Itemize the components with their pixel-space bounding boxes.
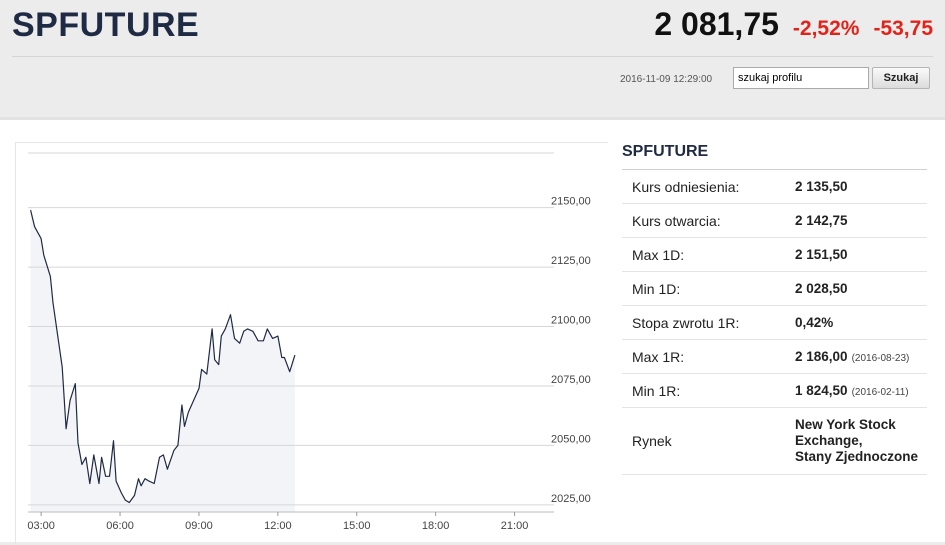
info-row: Min 1D: 2 028,50 — [622, 272, 927, 306]
quote: 2 081,75 -2,52% -53,75 — [654, 6, 933, 43]
market-line: Exchange, — [795, 433, 863, 448]
info-label: Max 1D: — [632, 246, 685, 263]
info-table: SPFUTURE Kurs odniesienia: 2 135,50 Kurs o… — [622, 143, 927, 475]
info-value-text: 2 186,00 — [795, 349, 848, 364]
info-value: 0,42% — [795, 315, 833, 330]
info-label: Stopa zwrotu 1R: — [632, 314, 740, 331]
info-value-text: 2 151,50 — [795, 247, 848, 262]
info-value-date: (2016-02-11) — [851, 387, 909, 398]
x-tick-label: 12:00 — [264, 520, 292, 532]
info-row: Min 1R: 1 824,50 (2016-02-11) — [622, 374, 927, 408]
info-value-text: 2 142,75 — [795, 213, 848, 228]
info-value-text: 2 028,50 — [795, 281, 848, 296]
market-line: Stany Zjednoczone — [795, 449, 919, 464]
y-tick-label: 2075,00 — [551, 374, 591, 386]
y-tick-label: 2150,00 — [551, 196, 591, 208]
info-label: Min 1D: — [632, 280, 681, 297]
y-tick-label: 2025,00 — [551, 493, 591, 505]
x-tick-label: 03:00 — [27, 520, 55, 532]
info-label: Min 1R: — [632, 382, 681, 399]
info-value: 2 142,75 — [795, 213, 848, 228]
info-label: Kurs odniesienia: — [632, 178, 740, 195]
y-tick-label: 2125,00 — [551, 255, 591, 267]
info-row-market: Rynek New York Stock Exchange, Stany Zje… — [622, 408, 927, 475]
header-divider — [12, 56, 933, 57]
market-value: New York Stock Exchange, Stany Zjednoczo… — [795, 417, 918, 465]
change-percent: -2,52% — [792, 17, 860, 40]
last-price: 2 081,75 — [654, 6, 779, 42]
info-value: 2 186,00 (2016-08-23) — [795, 349, 909, 364]
info-title: SPFUTURE — [622, 143, 927, 170]
header: SPFUTURE 2 081,75 -2,52% -53,75 2016-11-… — [0, 0, 945, 98]
info-value: 2 028,50 — [795, 281, 848, 296]
intraday-chart: 2025,00 2050,00 2075,00 2100,00 2125,00 2150,… — [15, 142, 608, 545]
price-area — [30, 210, 295, 512]
info-value: 1 824,50 (2016-02-11) — [795, 383, 909, 398]
x-tick-label: 06:00 — [106, 520, 134, 532]
x-tick-label: 15:00 — [343, 520, 371, 532]
info-row: Kurs otwarcia: 2 142,75 — [622, 204, 927, 238]
info-value: 2 135,50 — [795, 179, 848, 194]
info-value: 2 151,50 — [795, 247, 848, 262]
market-line: New York Stock — [795, 417, 896, 432]
x-tick-label: 18:00 — [422, 520, 450, 532]
info-value-text: 2 135,50 — [795, 179, 848, 194]
x-tick-label: 21:00 — [501, 520, 529, 532]
info-label: Kurs otwarcia: — [632, 212, 721, 229]
y-tick-label: 2100,00 — [551, 315, 591, 327]
search-button[interactable]: Szukaj — [872, 67, 930, 89]
change-absolute: -53,75 — [873, 17, 933, 40]
info-row: Max 1R: 2 186,00 (2016-08-23) — [622, 340, 927, 374]
info-row: Stopa zwrotu 1R: 0,42% — [622, 306, 927, 340]
quote-timestamp: 2016-11-09 12:29:00 — [620, 74, 713, 85]
info-label: Max 1R: — [632, 348, 685, 365]
info-row: Max 1D: 2 151,50 — [622, 238, 927, 272]
info-value-text: 1 824,50 — [795, 383, 848, 398]
info-row: Kurs odniesienia: 2 135,50 — [622, 170, 927, 204]
info-label: Rynek — [632, 433, 672, 449]
x-tick-label: 09:00 — [185, 520, 213, 532]
info-value-date: (2016-08-23) — [851, 353, 910, 364]
info-value-text: 0,42% — [795, 315, 834, 330]
instrument-title: SPFUTURE — [12, 6, 200, 44]
y-tick-label: 2050,00 — [551, 433, 591, 445]
profile-search-input[interactable] — [733, 67, 869, 89]
chart-svg: 2025,00 2050,00 2075,00 2100,00 2125,00 2150,… — [27, 152, 591, 532]
